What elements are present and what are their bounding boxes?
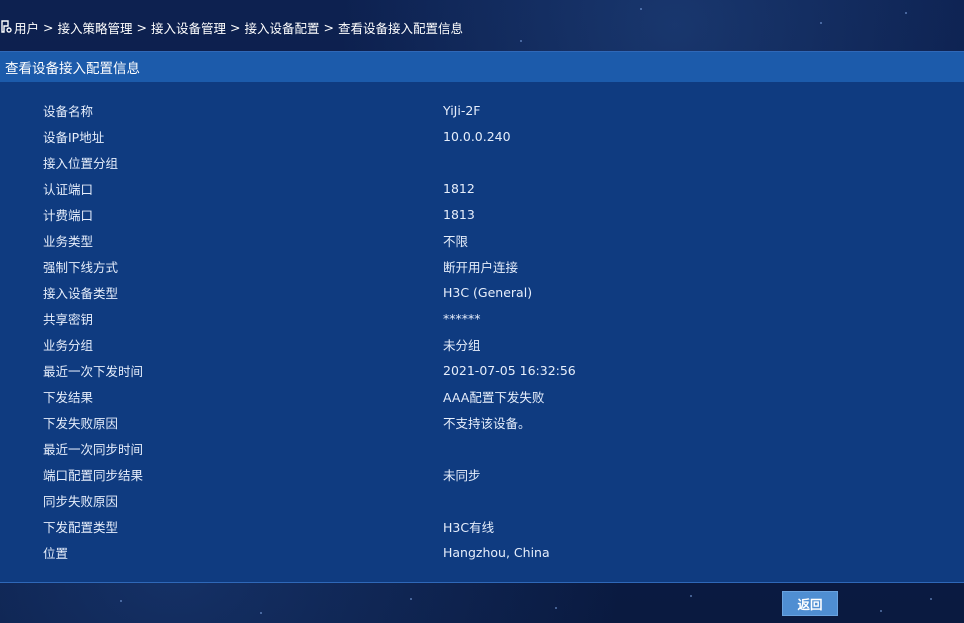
detail-row-service-type: 业务类型 不限 (0, 227, 964, 253)
detail-list: 设备名称 YiJi-2F 设备IP地址 10.0.0.240 接入位置分组 认证… (0, 97, 964, 565)
detail-label: 端口配置同步结果 (43, 467, 144, 483)
detail-label: 业务分组 (43, 337, 94, 353)
detail-value: 不支持该设备。 (443, 415, 531, 431)
breadcrumb: 用户 > 接入策略管理 > 接入设备管理 > 接入设备配置 > 查看设备接入配置… (0, 14, 463, 40)
detail-label: 设备名称 (43, 103, 94, 119)
breadcrumb-item-access-policy[interactable]: 接入策略管理 (58, 18, 133, 37)
detail-label: 下发配置类型 (43, 519, 119, 535)
detail-label: 计费端口 (43, 207, 94, 223)
detail-value: 10.0.0.240 (443, 128, 511, 144)
detail-label: 同步失败原因 (43, 493, 119, 509)
detail-label: 最近一次下发时间 (43, 363, 144, 379)
user-nav-icon (0, 18, 12, 36)
detail-label: 业务类型 (43, 233, 94, 249)
breadcrumb-item-user[interactable]: 用户 (14, 18, 39, 37)
detail-value: 未同步 (443, 467, 481, 483)
detail-value: 1813 (443, 206, 475, 222)
detail-row-sync-failure-reason: 同步失败原因 (0, 487, 964, 513)
detail-row-device-ip: 设备IP地址 10.0.0.240 (0, 123, 964, 149)
detail-row-device-name: 设备名称 YiJi-2F (0, 97, 964, 123)
detail-row-port-sync-result: 端口配置同步结果 未同步 (0, 461, 964, 487)
detail-label: 最近一次同步时间 (43, 441, 144, 457)
detail-value: YiJi-2F (443, 102, 481, 118)
detail-row-accounting-port: 计费端口 1813 (0, 201, 964, 227)
detail-label: 强制下线方式 (43, 259, 119, 275)
detail-label: 下发结果 (43, 389, 94, 405)
detail-row-device-type: 接入设备类型 H3C (General) (0, 279, 964, 305)
detail-row-last-sync-time: 最近一次同步时间 (0, 435, 964, 461)
breadcrumb-separator: > (136, 19, 147, 35)
breadcrumb-separator: > (43, 19, 54, 35)
detail-row-deploy-result: 下发结果 AAA配置下发失败 (0, 383, 964, 409)
detail-row-location-group: 接入位置分组 (0, 149, 964, 175)
detail-label: 下发失败原因 (43, 415, 119, 431)
breadcrumb-item-current: 查看设备接入配置信息 (338, 20, 464, 36)
detail-label: 认证端口 (43, 181, 94, 197)
detail-value: 断开用户连接 (443, 259, 519, 275)
breadcrumb-item-device-management[interactable]: 接入设备管理 (151, 18, 226, 37)
detail-value: 2021-07-05 16:32:56 (443, 362, 576, 378)
detail-value: AAA配置下发失败 (443, 389, 545, 405)
detail-value: H3C (General) (443, 284, 533, 300)
detail-value: 未分组 (443, 337, 481, 353)
detail-row-last-deploy-time: 最近一次下发时间 2021-07-05 16:32:56 (0, 357, 964, 383)
detail-value: H3C有线 (443, 519, 495, 535)
detail-row-shared-key: 共享密钥 ****** (0, 305, 964, 331)
breadcrumb-item-device-config[interactable]: 接入设备配置 (245, 18, 320, 37)
detail-label: 接入位置分组 (43, 155, 119, 171)
breadcrumb-separator: > (323, 19, 334, 35)
detail-value: 1812 (443, 180, 475, 196)
detail-row-deploy-failure-reason: 下发失败原因 不支持该设备。 (0, 409, 964, 435)
detail-value: 不限 (443, 233, 469, 249)
detail-value: Hangzhou, China (443, 544, 550, 560)
detail-row-service-group: 业务分组 未分组 (0, 331, 964, 357)
panel-title: 查看设备接入配置信息 (0, 52, 964, 82)
page: 用户 > 接入策略管理 > 接入设备管理 > 接入设备配置 > 查看设备接入配置… (0, 0, 964, 623)
back-button[interactable]: 返回 (782, 591, 838, 616)
breadcrumb-separator: > (230, 19, 241, 35)
detail-label: 设备IP地址 (43, 129, 105, 145)
detail-row-location: 位置 Hangzhou, China (0, 539, 964, 565)
detail-label: 接入设备类型 (43, 285, 119, 301)
detail-panel: 查看设备接入配置信息 设备名称 YiJi-2F 设备IP地址 10.0.0.24… (0, 51, 964, 583)
detail-row-forced-offline: 强制下线方式 断开用户连接 (0, 253, 964, 279)
detail-label: 位置 (43, 545, 69, 561)
detail-value: ****** (443, 310, 481, 326)
detail-row-auth-port: 认证端口 1812 (0, 175, 964, 201)
detail-row-deploy-config-type: 下发配置类型 H3C有线 (0, 513, 964, 539)
detail-label: 共享密钥 (43, 311, 94, 327)
